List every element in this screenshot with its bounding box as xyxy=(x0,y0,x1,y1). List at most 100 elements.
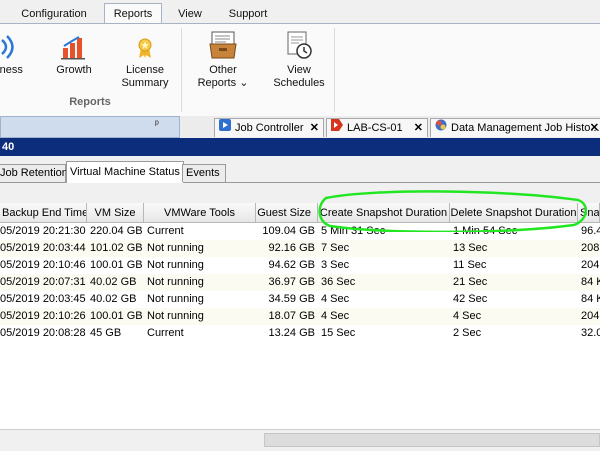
cell-create-snapshot-duration: 15 Sec xyxy=(321,327,356,339)
cell-snapshot: 84 K xyxy=(581,293,600,305)
cell-guest-size: 109.04 GB xyxy=(262,225,315,237)
tab-virtual-machine-status[interactable]: Virtual Machine Status xyxy=(66,161,184,183)
cell-vmware-tools: Not running xyxy=(147,259,204,271)
cell-guest-size: 36.97 GB xyxy=(268,276,315,288)
column-header-snapshot[interactable]: Sna xyxy=(578,203,600,223)
cell-delete-snapshot-duration: 2 Sec xyxy=(453,327,482,339)
job-controller-icon xyxy=(219,119,231,137)
cell-delete-snapshot-duration: 4 Sec xyxy=(453,310,482,322)
view-schedules-icon xyxy=(284,31,314,64)
cell-backup-end-time: 05/2019 20:08:28 xyxy=(0,327,86,339)
cell-backup-end-time: 05/2019 20:03:44 xyxy=(0,242,86,254)
cell-guest-size: 92.16 GB xyxy=(268,242,315,254)
license-label-line1: License xyxy=(126,64,164,76)
scrollbar-thumb[interactable] xyxy=(264,433,600,447)
business-label: iness xyxy=(0,64,23,76)
chevron-down-icon: ⌄ xyxy=(239,77,249,89)
cell-backup-end-time: 05/2019 20:07:31 xyxy=(0,276,86,288)
tab-data-management-job-history[interactable]: Data Management Job Histo... ✕ xyxy=(430,118,600,137)
cell-vmware-tools: Not running xyxy=(147,310,204,322)
growth-button[interactable]: Growth xyxy=(50,26,98,96)
cell-backup-end-time: 05/2019 20:21:30 xyxy=(0,225,86,237)
sub-tab-bar: Job Retention Virtual Machine Status Eve… xyxy=(0,156,600,183)
tab-job-controller[interactable]: Job Controller ✕ xyxy=(214,118,324,137)
table-row[interactable]: 05/2019 20:10:26 100.01 GB Not running 1… xyxy=(0,308,600,325)
cell-delete-snapshot-duration: 42 Sec xyxy=(453,293,488,305)
cell-create-snapshot-duration: 4 Sec xyxy=(321,293,350,305)
cell-delete-snapshot-duration: 13 Sec xyxy=(453,242,488,254)
other-reports-button[interactable]: Other Reports ⌄ xyxy=(192,26,254,96)
tab-configuration[interactable]: Configuration xyxy=(10,4,98,24)
ribbon-group-divider-2 xyxy=(334,28,335,112)
tab-support[interactable]: Support xyxy=(220,4,276,24)
cell-vm-size: 100.01 GB xyxy=(90,259,143,271)
ribbon-tab-bar: Configuration Reports View Support xyxy=(0,0,600,25)
cell-snapshot: 204 xyxy=(581,310,600,322)
client-icon xyxy=(331,119,343,137)
business-button[interactable]: iness xyxy=(0,26,30,96)
column-header-create-snapshot-duration[interactable]: Create Snapshot Duration xyxy=(318,203,450,223)
cell-create-snapshot-duration: 7 Sec xyxy=(321,242,350,254)
cell-guest-size: 18.07 GB xyxy=(268,310,315,322)
cell-snapshot: 32.0 xyxy=(581,327,600,339)
cell-vm-size: 40.02 GB xyxy=(90,276,137,288)
cell-guest-size: 34.59 GB xyxy=(268,293,315,305)
cell-vmware-tools: Not running xyxy=(147,293,204,305)
tab-lab-cs-01[interactable]: LAB-CS-01 ✕ xyxy=(326,118,428,137)
pin-icon[interactable]: ᵖ xyxy=(155,119,159,130)
license-badge-icon xyxy=(133,34,157,64)
table-row[interactable]: 05/2019 20:21:30 220.04 GB Current 109.0… xyxy=(0,223,600,240)
reports-group-label: Reports xyxy=(69,96,111,108)
cell-snapshot: 204 xyxy=(581,259,600,271)
tab-label: Job Controller xyxy=(235,122,304,134)
table-row[interactable]: 05/2019 20:10:46 100.01 GB Not running 9… xyxy=(0,257,600,274)
view-schedules-label-line1: View xyxy=(287,64,311,76)
column-header-guest-size[interactable]: Guest Size xyxy=(256,203,318,223)
column-header-vm-size[interactable]: VM Size xyxy=(87,203,144,223)
tab-reports[interactable]: Reports xyxy=(104,3,162,25)
cell-backup-end-time: 05/2019 20:10:46 xyxy=(0,259,86,271)
cell-delete-snapshot-duration: 11 Sec xyxy=(453,259,487,271)
cell-guest-size: 94.62 GB xyxy=(268,259,315,271)
cell-snapshot: 208 xyxy=(581,242,600,254)
cell-vmware-tools: Not running xyxy=(147,276,204,288)
column-header-delete-snapshot-duration[interactable]: Delete Snapshot Duration xyxy=(450,203,578,223)
close-icon[interactable]: ✕ xyxy=(414,119,423,137)
table-row[interactable]: 05/2019 20:07:31 40.02 GB Not running 36… xyxy=(0,274,600,291)
cell-vm-size: 40.02 GB xyxy=(90,293,137,305)
ribbon-group-divider xyxy=(181,28,182,112)
tab-events[interactable]: Events xyxy=(182,164,226,182)
other-reports-label-line2: Reports ⌄ xyxy=(197,77,249,89)
cell-create-snapshot-duration: 4 Sec xyxy=(321,310,350,322)
cell-vmware-tools: Current xyxy=(147,225,184,237)
cell-vm-size: 100.01 GB xyxy=(90,310,143,322)
license-label-line2: Summary xyxy=(121,77,169,89)
growth-label: Growth xyxy=(56,64,92,76)
cell-guest-size: 13.24 GB xyxy=(268,327,315,339)
tab-view[interactable]: View xyxy=(166,4,214,24)
cell-delete-snapshot-duration: 21 Sec xyxy=(453,276,488,288)
close-icon[interactable]: ✕ xyxy=(590,119,599,137)
tab-label: LAB-CS-01 xyxy=(347,122,403,134)
cell-vm-size: 220.04 GB xyxy=(90,225,143,237)
cell-snapshot: 96.4 xyxy=(581,225,600,237)
license-summary-button[interactable]: License Summary xyxy=(116,26,174,96)
column-header-backup-end-time[interactable]: Backup End Time xyxy=(0,203,87,223)
cell-snapshot: 84 K xyxy=(581,276,600,288)
other-reports-label-line1: Other xyxy=(209,64,237,76)
table-row[interactable]: 05/2019 20:03:44 101.02 GB Not running 9… xyxy=(0,240,600,257)
wireless-icon xyxy=(0,34,20,64)
table-row[interactable]: 05/2019 20:03:45 40.02 GB Not running 34… xyxy=(0,291,600,308)
cell-backup-end-time: 05/2019 20:03:45 xyxy=(0,293,86,305)
tab-job-retention[interactable]: Job Retention xyxy=(0,164,68,182)
column-header-vmware-tools[interactable]: VMWare Tools xyxy=(144,203,256,223)
cell-create-snapshot-duration: 36 Sec xyxy=(321,276,356,288)
view-schedules-label-line2: Schedules xyxy=(273,77,325,89)
table-row[interactable]: 05/2019 20:08:28 45 GB Current 13.24 GB … xyxy=(0,325,600,342)
cell-create-snapshot-duration: 5 Min 31 Sec xyxy=(321,225,386,237)
horizontal-scrollbar[interactable] xyxy=(0,429,600,451)
other-reports-icon xyxy=(208,31,238,64)
close-icon[interactable]: ✕ xyxy=(310,119,319,137)
view-schedules-button[interactable]: View Schedules xyxy=(270,26,328,96)
navigation-pane-header: ᵖ xyxy=(0,116,180,138)
